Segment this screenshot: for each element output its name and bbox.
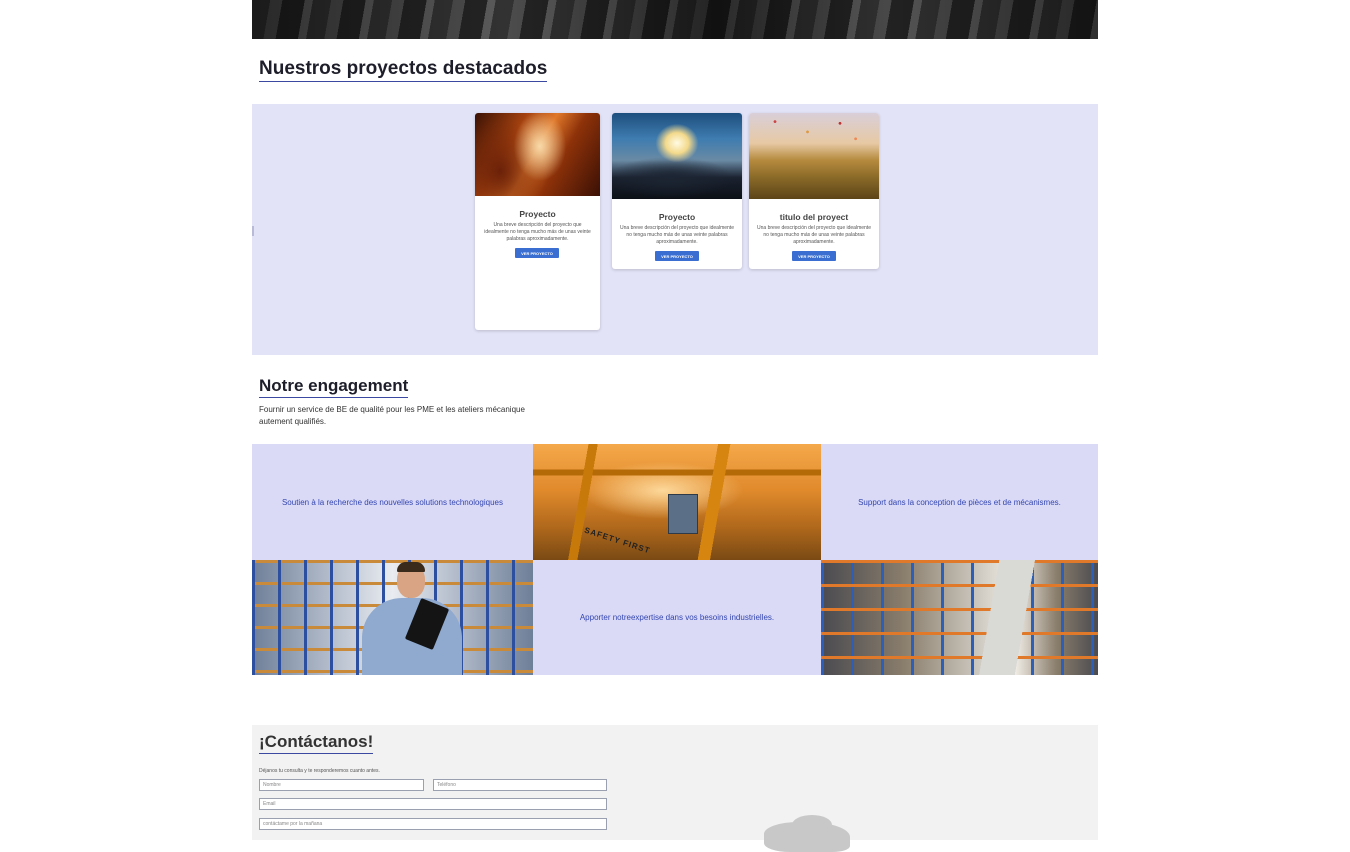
- project-card[interactable]: Proyecto Una breve descripción del proye…: [612, 113, 742, 269]
- project-card[interactable]: Proyecto Una breve descripción del proye…: [475, 113, 600, 330]
- hero-image-strip: [252, 0, 1098, 39]
- engagement-description: Fournir un service de BE de qualité pour…: [259, 405, 525, 426]
- contact-subtitle: Déjanos tu consulta y te responderemos c…: [259, 768, 380, 774]
- tile-expertise-label: Apporter notreexpertise dans vos besoins…: [579, 613, 775, 622]
- tile-warehouse-worker-photo: [252, 560, 533, 675]
- project-card-title: titulo del proyect: [779, 212, 849, 222]
- view-project-button[interactable]: VER PROYECTO: [655, 251, 699, 261]
- project-card-description: Una breve descripción del proyecto que i…: [757, 225, 871, 245]
- tile-expertise: Apporter notreexpertise dans vos besoins…: [533, 560, 821, 675]
- project-image-balloons: [749, 113, 879, 199]
- project-card[interactable]: titulo del proyect Una breve descripción…: [749, 113, 879, 269]
- email-field[interactable]: [259, 798, 607, 810]
- project-card-description: Una breve descripción del proyecto que i…: [484, 222, 591, 242]
- engagement-title: Notre engagement: [259, 376, 409, 398]
- container-shape: [668, 494, 698, 534]
- project-image-clouds: [612, 113, 742, 199]
- map-graphic: [764, 822, 850, 852]
- carousel-prev-arrow[interactable]: [252, 226, 254, 236]
- name-field[interactable]: [259, 779, 424, 791]
- page: Nuestros proyectos destacados Proyecto U…: [252, 0, 1098, 852]
- tile-research-label: Soutien à la recherche des nouvelles sol…: [281, 497, 504, 507]
- project-image-canyon: [475, 113, 600, 196]
- contact-time-field[interactable]: [259, 818, 607, 830]
- contact-title: ¡Contáctanos!: [259, 732, 374, 754]
- project-card-title: Proyecto: [519, 209, 556, 219]
- phone-field[interactable]: [433, 779, 607, 791]
- project-card-title: Proyecto: [658, 212, 696, 222]
- crane-sign-text: SAFETY FIRST: [583, 525, 652, 556]
- tile-warehouse-photo: [821, 560, 1098, 675]
- view-project-button[interactable]: VER PROYECTO: [515, 248, 559, 258]
- tile-support: Support dans la conception de pièces et …: [821, 444, 1098, 560]
- tile-crane-photo: SAFETY FIRST: [533, 444, 821, 560]
- tile-support-label: Support dans la conception de pièces et …: [858, 497, 1061, 507]
- view-project-button[interactable]: VER PROYECTO: [792, 251, 836, 261]
- projects-title: Nuestros proyectos destacados: [259, 58, 548, 82]
- tile-research: Soutien à la recherche des nouvelles sol…: [252, 444, 533, 560]
- worker-hair: [397, 562, 425, 572]
- project-card-description: Una breve descripción del proyecto que i…: [620, 225, 734, 245]
- projects-carousel[interactable]: Proyecto Una breve descripción del proye…: [252, 104, 1098, 355]
